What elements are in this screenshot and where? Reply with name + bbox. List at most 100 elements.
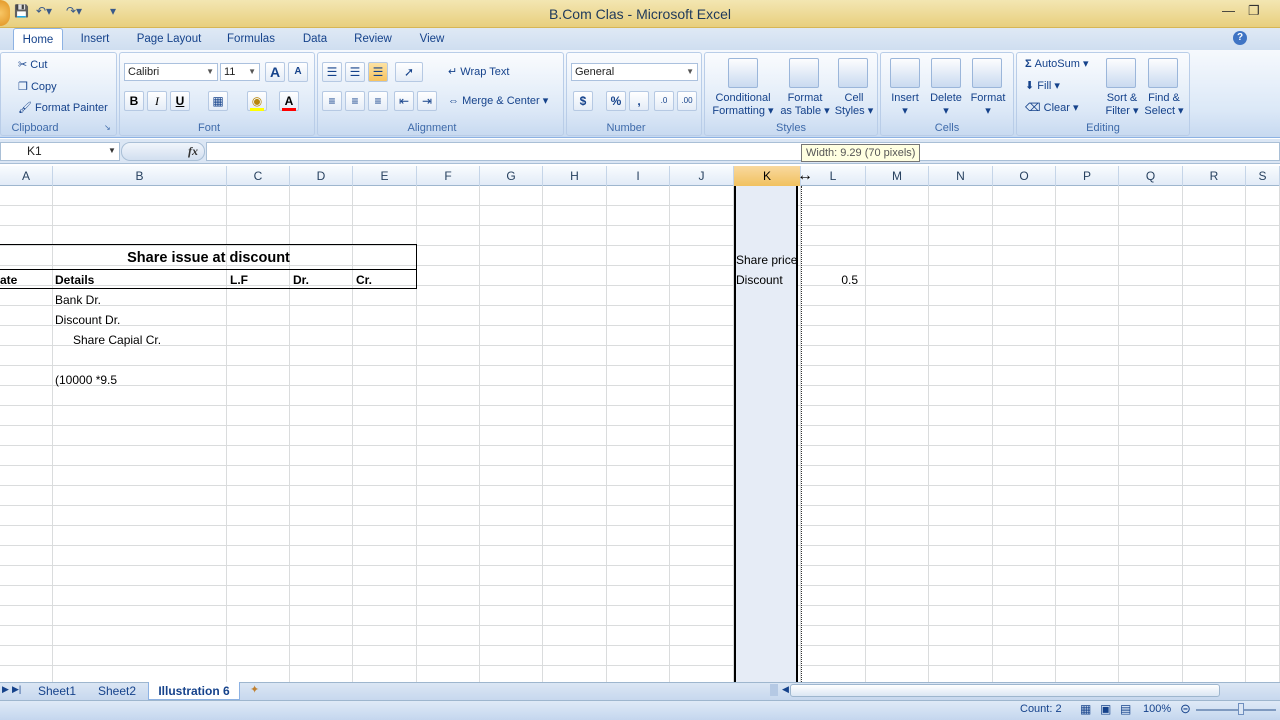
k-discount-cell[interactable]: Discount xyxy=(736,270,783,290)
orientation-button[interactable]: ➚ xyxy=(395,62,423,82)
sheet-tab[interactable]: Sheet2 xyxy=(90,682,144,700)
column-header-c[interactable]: C xyxy=(227,166,290,186)
horizontal-scrollbar-thumb[interactable] xyxy=(790,684,1220,697)
delete-cells-button[interactable]: Delete ▾ xyxy=(926,92,966,118)
align-left-button[interactable]: ≡ xyxy=(322,91,342,111)
undo-icon[interactable]: ↶▾ xyxy=(36,4,52,22)
column-header-m[interactable]: M xyxy=(866,166,929,186)
column-header-h[interactable]: H xyxy=(543,166,607,186)
decrease-decimal-button[interactable]: .00 xyxy=(677,91,697,111)
middle-align-button[interactable]: ☰ xyxy=(345,62,365,82)
sort-filter-button[interactable]: Sort & Filter ▾ xyxy=(1100,92,1144,118)
help-icon[interactable]: ? xyxy=(1233,31,1247,45)
zoom-slider-track[interactable] xyxy=(1196,709,1276,711)
tab-formulas[interactable]: Formulas xyxy=(222,28,280,50)
column-header-p[interactable]: P xyxy=(1056,166,1119,186)
resize-cursor-icon[interactable]: ↔ xyxy=(797,166,813,186)
format-cells-button[interactable]: Format ▾ xyxy=(966,92,1010,118)
merge-center-button[interactable]: ⇔ Merge & Center ▾ xyxy=(448,94,548,107)
font-size-combo[interactable]: 11 ▼ xyxy=(220,63,260,81)
details-cell[interactable]: (10000 *9.5 xyxy=(55,370,117,390)
details-cell[interactable]: Discount Dr. xyxy=(55,310,120,330)
fx-icon[interactable]: fx xyxy=(188,144,198,159)
column-header-b[interactable]: B xyxy=(53,166,227,186)
insert-sheet-icon[interactable]: ✦ xyxy=(250,683,259,696)
column-header-a[interactable]: A xyxy=(0,166,53,186)
minimize-icon[interactable]: — xyxy=(1222,3,1235,18)
customize-qat-icon[interactable]: ▾ xyxy=(110,4,116,22)
normal-view-icon[interactable]: ▦ xyxy=(1080,702,1091,716)
top-align-button[interactable]: ☰ xyxy=(322,62,342,82)
dialog-launcher-icon[interactable]: ↘ xyxy=(104,123,111,132)
percent-button[interactable]: % xyxy=(606,91,626,111)
format-painter-button[interactable]: 🖌 Format Painter xyxy=(18,101,108,114)
tab-insert[interactable]: Insert xyxy=(72,28,118,50)
underline-button[interactable]: U xyxy=(170,91,190,111)
tab-split-handle[interactable] xyxy=(770,684,778,696)
fill-button[interactable]: ⬇ Fill ▾ xyxy=(1025,79,1060,92)
tab-scroll-last-icon[interactable]: ▶| xyxy=(12,684,21,695)
column-header-r[interactable]: R xyxy=(1183,166,1246,186)
align-right-button[interactable]: ≡ xyxy=(368,91,388,111)
insert-cells-button[interactable]: Insert ▾ xyxy=(884,92,926,118)
lf-header-cell[interactable]: L.F xyxy=(230,270,248,290)
sheet-tab[interactable]: Sheet1 xyxy=(30,682,84,700)
find-select-button[interactable]: Find & Select ▾ xyxy=(1142,92,1186,118)
formula-input[interactable] xyxy=(206,142,1280,161)
column-header-q[interactable]: Q xyxy=(1119,166,1183,186)
conditional-formatting-button[interactable]: Conditional Formatting ▾ xyxy=(710,92,776,118)
save-icon[interactable]: 💾 xyxy=(14,4,29,22)
bold-button[interactable]: B xyxy=(124,91,144,111)
increase-indent-button[interactable]: ⇥ xyxy=(417,91,437,111)
redo-icon[interactable]: ↷▾ xyxy=(66,4,82,22)
copy-button[interactable]: ❐ Copy xyxy=(18,80,57,93)
details-cell[interactable]: Bank Dr. xyxy=(55,290,101,310)
column-header-s[interactable]: S xyxy=(1246,166,1280,186)
increase-decimal-button[interactable]: .0 xyxy=(654,91,674,111)
k-share-price-cell[interactable]: Share price xyxy=(736,250,803,270)
column-header-g[interactable]: G xyxy=(480,166,543,186)
column-header-o[interactable]: O xyxy=(993,166,1056,186)
l-discount-value-cell[interactable]: 0.5 xyxy=(802,270,858,290)
decrease-indent-button[interactable]: ⇤ xyxy=(394,91,414,111)
sheet-title-cell[interactable]: Share issue at discount xyxy=(0,248,417,268)
restore-icon[interactable]: ❐ xyxy=(1248,3,1260,19)
wrap-text-button[interactable]: ↵ Wrap Text xyxy=(448,65,509,78)
column-header-i[interactable]: I xyxy=(607,166,670,186)
cell-styles-button[interactable]: Cell Styles ▾ xyxy=(832,92,876,118)
tab-scroll-next-icon[interactable]: ▶ xyxy=(2,684,9,695)
page-break-view-icon[interactable]: ▤ xyxy=(1120,702,1131,716)
borders-button[interactable]: ▦ xyxy=(208,91,228,111)
scroll-left-icon[interactable]: ◀ xyxy=(782,684,789,695)
font-name-combo[interactable]: Calibri ▼ xyxy=(124,63,218,81)
shrink-font-button[interactable]: A xyxy=(288,62,308,82)
column-header-j[interactable]: J xyxy=(670,166,734,186)
tab-data[interactable]: Data xyxy=(296,28,334,50)
column-header-n[interactable]: N xyxy=(929,166,993,186)
sheet-tab-active[interactable]: Illustration 6 xyxy=(148,682,240,700)
tab-page-layout[interactable]: Page Layout xyxy=(130,28,208,50)
column-header-f[interactable]: F xyxy=(417,166,480,186)
comma-button[interactable]: , xyxy=(629,91,649,111)
cut-button[interactable]: ✂ Cut xyxy=(18,58,47,71)
dr-header-cell[interactable]: Dr. xyxy=(293,270,309,290)
chevron-down-icon[interactable]: ▼ xyxy=(108,146,116,155)
column-header-d[interactable]: D xyxy=(290,166,353,186)
center-button[interactable]: ≡ xyxy=(345,91,365,111)
column-header-e[interactable]: E xyxy=(353,166,417,186)
page-layout-view-icon[interactable]: ▣ xyxy=(1100,702,1111,716)
tab-view[interactable]: View xyxy=(412,28,452,50)
currency-button[interactable]: $ xyxy=(573,91,593,111)
details-header-cell[interactable]: Details xyxy=(55,270,94,290)
italic-button[interactable]: I xyxy=(147,91,167,111)
details-cell[interactable]: Share Capial Cr. xyxy=(73,330,161,350)
cr-header-cell[interactable]: Cr. xyxy=(356,270,372,290)
name-box[interactable]: K1 xyxy=(0,142,120,161)
zoom-slider-thumb[interactable] xyxy=(1238,703,1244,715)
tab-home[interactable]: Home xyxy=(13,28,63,50)
date-header-cell[interactable]: ate xyxy=(0,270,17,290)
zoom-out-icon[interactable]: ⊝ xyxy=(1180,701,1191,717)
number-format-combo[interactable]: General ▼ xyxy=(571,63,698,81)
grow-font-button[interactable]: A xyxy=(265,62,285,82)
tab-review[interactable]: Review xyxy=(348,28,398,50)
